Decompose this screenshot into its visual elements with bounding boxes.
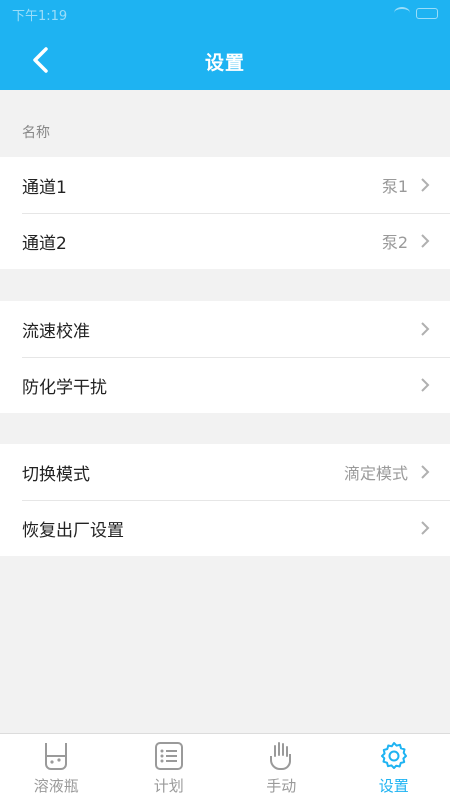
tab-solution-bottle[interactable]: 溶液瓶 [0, 734, 113, 800]
row-value: 滴定模式 [343, 464, 408, 483]
status-time: 下午1:19 [12, 9, 68, 24]
status-bar: 下午1:19 [0, 0, 450, 30]
chevron-right-icon [421, 178, 430, 192]
gear-icon [380, 742, 407, 769]
battery-icon [416, 7, 438, 19]
tab-label: 计划 [153, 777, 184, 795]
factory-reset-row[interactable]: 恢复出厂设置 [0, 500, 450, 556]
row-label: 防化学干扰 [22, 377, 107, 398]
wifi-icon [394, 7, 410, 19]
row-value: 泵1 [381, 177, 408, 196]
chevron-right-icon [421, 322, 430, 336]
channel-2-row[interactable]: 通道2 泵2 [0, 213, 450, 269]
tab-label: 溶液瓶 [33, 777, 79, 795]
flow-calibration-row[interactable]: 流速校准 [0, 301, 450, 357]
chevron-right-icon [421, 465, 430, 479]
list-icon [154, 742, 183, 770]
row-label: 流速校准 [22, 321, 90, 342]
group-header-name: 名称 [0, 90, 450, 156]
calibration-section: 流速校准 防化学干扰 [0, 301, 450, 413]
tab-label: 设置 [378, 777, 409, 795]
tab-plan[interactable]: 计划 [113, 734, 226, 800]
channels-section: 通道1 泵1 通道2 泵2 [0, 157, 450, 269]
page-title: 设置 [204, 52, 245, 74]
channel-1-row[interactable]: 通道1 泵1 [0, 157, 450, 213]
bottom-tab-bar: 溶液瓶 计划 手动 设置 [0, 733, 450, 800]
tab-settings[interactable]: 设置 [338, 734, 450, 800]
chevron-right-icon [421, 521, 430, 535]
anti-interference-row[interactable]: 防化学干扰 [0, 357, 450, 413]
flask-icon [45, 743, 68, 770]
chevron-right-icon [421, 378, 430, 392]
switch-mode-row[interactable]: 切换模式 滴定模式 [0, 444, 450, 500]
chevron-right-icon [421, 234, 430, 248]
row-value: 泵2 [381, 233, 408, 252]
row-label: 切换模式 [22, 464, 90, 485]
row-label: 恢复出厂设置 [22, 520, 124, 541]
row-label: 通道2 [22, 233, 67, 254]
tab-label: 手动 [266, 777, 297, 795]
tab-manual[interactable]: 手动 [225, 734, 338, 800]
row-label: 通道1 [22, 177, 67, 198]
hand-icon [270, 742, 292, 770]
app-header: 设置 [0, 30, 450, 90]
status-icons [394, 7, 438, 19]
modes-section: 切换模式 滴定模式 恢复出厂设置 [0, 444, 450, 556]
